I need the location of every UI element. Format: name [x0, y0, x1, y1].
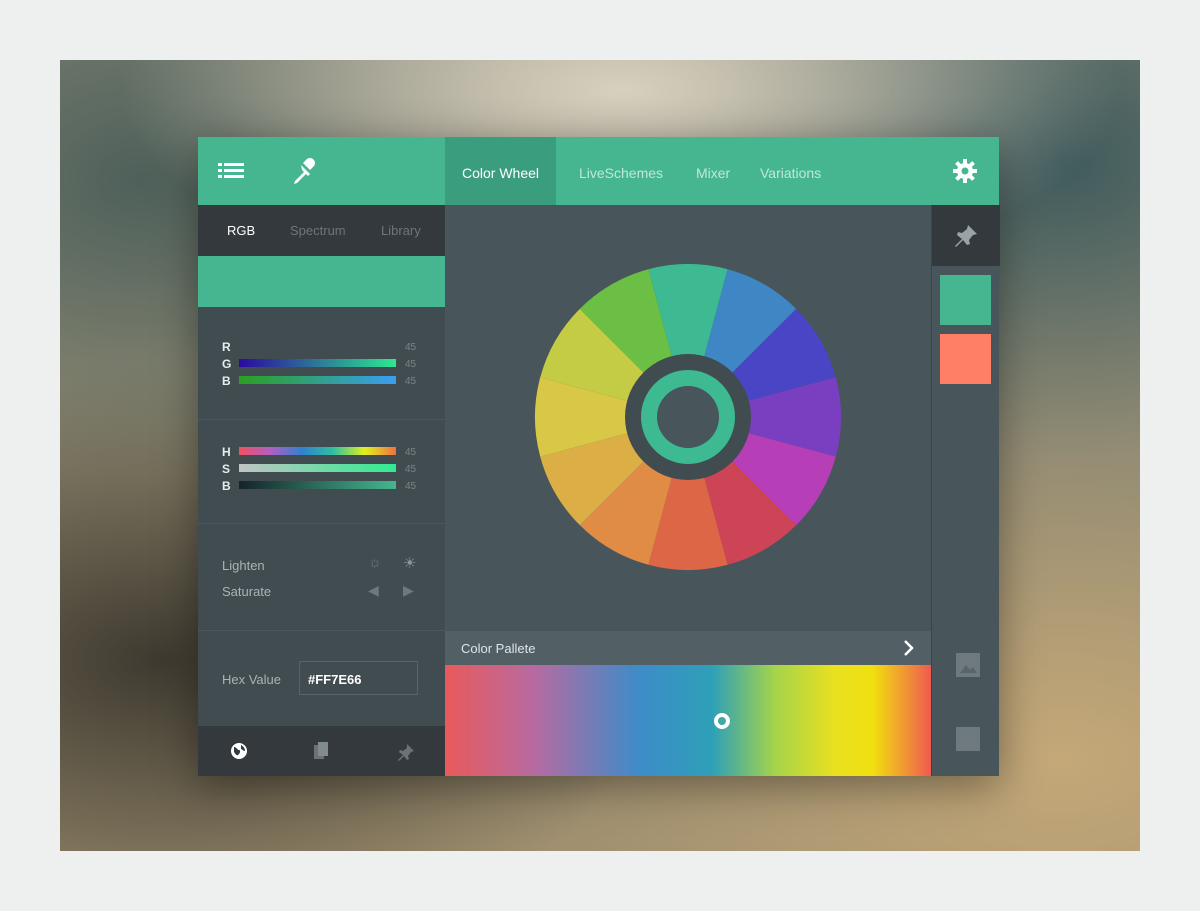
wheel-hole: [657, 386, 719, 448]
pin-icon[interactable]: [397, 743, 415, 761]
sun-bright-icon[interactable]: ☀: [403, 554, 416, 572]
color-app-window: Color Wheel LiveSchemes Mixer Variations…: [198, 137, 1000, 776]
g-slider[interactable]: [239, 359, 396, 367]
r-label: R: [222, 340, 231, 354]
pin-swatch-button[interactable]: [932, 205, 1000, 266]
bottom-toolbar: [198, 726, 445, 776]
sun-dim-icon[interactable]: ☼: [368, 554, 382, 571]
hex-input[interactable]: #FF7E66: [299, 661, 418, 695]
b-slider[interactable]: [239, 376, 396, 384]
divider: [198, 419, 445, 420]
g-label: G: [222, 357, 232, 371]
list-icon[interactable]: [218, 162, 246, 182]
tab-color-wheel[interactable]: Color Wheel: [445, 137, 557, 205]
current-color-preview: [198, 256, 445, 307]
brightness-value: 45: [405, 481, 417, 492]
palette-slider-handle[interactable]: [714, 713, 731, 729]
left-panel: R 45 G 45 B 45 H 45 S 45 B 45 Lighten ☼ …: [198, 256, 445, 726]
tab-liveschemes[interactable]: LiveSchemes: [579, 137, 663, 205]
settings-button[interactable]: [931, 137, 999, 205]
swatch-green[interactable]: [940, 275, 991, 325]
subtab-rgb[interactable]: RGB: [227, 223, 255, 238]
g-value: 45: [405, 359, 417, 370]
main-tabs: Color Wheel LiveSchemes Mixer Variations: [445, 137, 931, 205]
color-palette-header[interactable]: Color Pallete: [445, 631, 931, 665]
color-mode-tabs: RGB Spectrum Library: [198, 205, 445, 256]
chevron-right-icon[interactable]: [903, 640, 915, 656]
globe-icon[interactable]: [230, 742, 248, 760]
tab-variations[interactable]: Variations: [760, 137, 821, 205]
subtab-spectrum[interactable]: Spectrum: [290, 223, 346, 238]
h-label: H: [222, 445, 231, 459]
subtab-library[interactable]: Library: [381, 223, 421, 238]
s-value: 45: [405, 464, 417, 475]
r-value: 45: [405, 342, 417, 353]
divider: [198, 630, 445, 631]
palette-label: Color Pallete: [461, 641, 536, 656]
s-label: S: [222, 462, 231, 476]
h-value: 45: [405, 447, 417, 458]
image-icon[interactable]: [956, 653, 980, 677]
eyedropper-icon[interactable]: [290, 157, 318, 187]
swatch-column: [931, 205, 1000, 776]
color-wheel[interactable]: [445, 205, 931, 631]
hex-label: Hex Value: [222, 672, 282, 687]
divider: [198, 523, 445, 524]
folder-icon[interactable]: [956, 727, 980, 751]
brightness-slider[interactable]: [239, 481, 396, 489]
s-slider[interactable]: [239, 464, 396, 472]
lighten-label: Lighten: [222, 558, 265, 573]
header-left: [198, 137, 445, 205]
swatch-coral[interactable]: [940, 334, 991, 384]
b-value: 45: [405, 376, 417, 387]
gear-icon: [953, 159, 977, 183]
b-label: B: [222, 374, 231, 388]
palette-spectrum[interactable]: [445, 665, 931, 776]
brightness-label: B: [222, 479, 231, 493]
saturate-label: Saturate: [222, 584, 272, 599]
h-slider[interactable]: [239, 447, 396, 455]
pin-icon: [955, 224, 977, 247]
arrow-right-icon[interactable]: ▶: [403, 582, 414, 599]
arrow-left-icon[interactable]: ◀: [368, 582, 379, 599]
copy-icon[interactable]: [314, 742, 330, 760]
tab-mixer[interactable]: Mixer: [696, 137, 730, 205]
